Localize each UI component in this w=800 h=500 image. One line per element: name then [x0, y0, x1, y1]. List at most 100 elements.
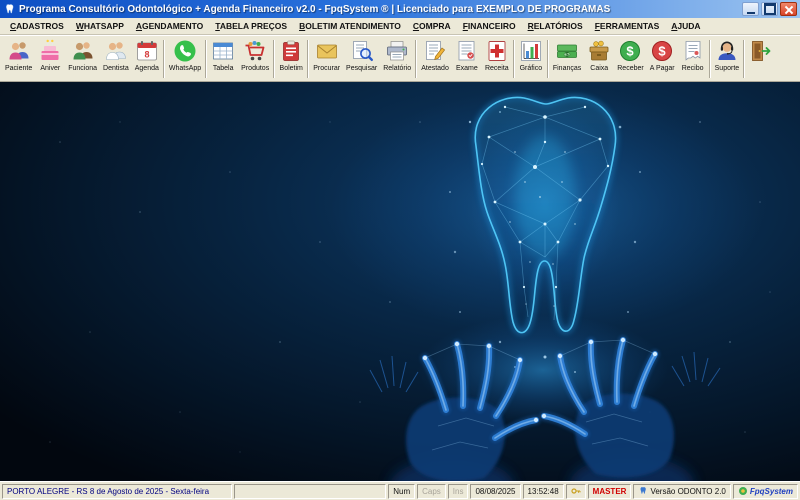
toolbar-label: Finanças [553, 64, 581, 73]
svg-text:$: $ [627, 44, 635, 59]
toolbar-button-agenda[interactable]: 8 Agenda [132, 37, 162, 80]
toolbar-label: Paciente [5, 64, 32, 73]
menu-whatsapp[interactable]: WHATSAPP [70, 19, 130, 33]
toolbar-label: Suporte [715, 64, 740, 73]
maximize-icon[interactable] [761, 2, 778, 16]
toolbar-button-a-pagar[interactable]: $ A Pagar [647, 37, 678, 80]
toolbar-separator [743, 40, 744, 78]
toolbar-separator [415, 40, 416, 78]
toolbar-label: WhatsApp [169, 64, 201, 73]
toolbar-button-dentista[interactable]: Dentista [100, 37, 132, 80]
menu-bar: CADASTROS WHATSAPP AGENDAMENTO TABELA PR… [0, 18, 800, 35]
svg-text:8: 8 [144, 50, 149, 60]
support-icon [715, 39, 739, 63]
status-date: 08/08/2025 [470, 484, 520, 499]
toolbar-separator [163, 40, 164, 78]
title-bar[interactable]: Programa Consultório Odontológico + Agen… [0, 0, 800, 18]
toolbar-button-receber[interactable]: $ Receber [614, 37, 646, 80]
toolbar-separator [273, 40, 274, 78]
menu-boletim-atendimento[interactable]: BOLETIM ATENDIMENTO [293, 19, 407, 33]
prescription-icon [485, 39, 509, 63]
toolbar-label: Gráfico [520, 64, 543, 73]
toolbar-label: Dentista [103, 64, 129, 73]
toolbar-button-suporte[interactable]: Suporte [712, 37, 743, 80]
minimize-icon[interactable] [742, 2, 759, 16]
status-user: MASTER [588, 484, 632, 499]
status-bar: PORTO ALEGRE - RS 8 de Agosto de 2025 - … [0, 481, 800, 500]
menu-ajuda[interactable]: AJUDA [665, 19, 706, 33]
payables-icon: $ [650, 39, 674, 63]
toolbar-button-caixa[interactable]: Caixa [584, 37, 614, 80]
toolbar-label: Funciona [68, 64, 97, 73]
toolbar-button-recibo[interactable]: Recibo [678, 37, 708, 80]
search-envelope-icon [315, 39, 339, 63]
menu-cadastros[interactable]: CADASTROS [4, 19, 70, 33]
toolbar-label: Atestado [421, 64, 449, 73]
exam-icon [455, 39, 479, 63]
toolbar-button-procurar[interactable]: Procurar [310, 37, 343, 80]
toolbar-button-boletim[interactable]: Boletim [276, 37, 306, 80]
price-table-icon [211, 39, 235, 63]
patients-icon [7, 39, 31, 63]
status-brand: FpqSystem [733, 484, 798, 499]
whatsapp-icon [173, 39, 197, 63]
toolbar-label: Recibo [682, 64, 704, 73]
toolbar-button-atestado[interactable]: Atestado [418, 37, 452, 80]
tooth-mini-icon [638, 486, 648, 496]
toolbar-label: Agenda [135, 64, 159, 73]
status-insert: Ins [448, 484, 469, 499]
toolbar-label: Tabela [213, 64, 234, 73]
toolbar-button-sair[interactable] [746, 37, 776, 80]
calendar-icon: 8 [135, 39, 159, 63]
status-version: Versão ODONTO 2.0 [633, 484, 730, 499]
products-cart-icon [243, 39, 267, 63]
cashbox-icon [587, 39, 611, 63]
toolbar-separator [709, 40, 710, 78]
tooth-icon [3, 3, 16, 16]
toolbar-button-paciente[interactable]: Paciente [2, 37, 35, 80]
menu-ferramentas[interactable]: FERRAMENTAS [589, 19, 666, 33]
toolbar-button-tabela[interactable]: Tabela [208, 37, 238, 80]
menu-relatorios[interactable]: RELATÓRIOS [522, 19, 589, 33]
toolbar-separator [307, 40, 308, 78]
app-window: Programa Consultório Odontológico + Agen… [0, 0, 800, 500]
status-spacer [234, 484, 386, 499]
status-version-text: Versão ODONTO 2.0 [650, 487, 725, 496]
status-caps-lock: Caps [417, 484, 446, 499]
toolbar-label: Procurar [313, 64, 340, 73]
toolbar-button-produtos[interactable]: Produtos [238, 37, 272, 80]
main-canvas [0, 82, 800, 481]
status-key-panel [566, 484, 586, 499]
close-icon[interactable] [780, 2, 797, 16]
toolbar-button-pesquisar[interactable]: Pesquisar [343, 37, 380, 80]
menu-compra[interactable]: COMPRA [407, 19, 457, 33]
certificate-icon [423, 39, 447, 63]
toolbar-label: Produtos [241, 64, 269, 73]
toolbar-button-financas[interactable]: $ Finanças [550, 37, 584, 80]
toolbar-label: Exame [456, 64, 478, 73]
toolbar-button-receita[interactable]: Receita [482, 37, 512, 80]
menu-agendamento[interactable]: AGENDAMENTO [130, 19, 209, 33]
brand-logo-icon [738, 486, 748, 496]
status-location: PORTO ALEGRE - RS 8 de Agosto de 2025 - … [2, 484, 232, 499]
toolbar-label: Receber [617, 64, 643, 73]
toolbar-button-whatsapp[interactable]: WhatsApp [166, 37, 204, 80]
key-icon [571, 486, 581, 496]
menu-financeiro[interactable]: FINANCEIRO [457, 19, 522, 33]
menu-tabela-precos[interactable]: TABELA PREÇOS [209, 19, 293, 33]
toolbar-label: Relatório [383, 64, 411, 73]
receipt-icon [681, 39, 705, 63]
toolbar-button-exame[interactable]: Exame [452, 37, 482, 80]
receivables-icon: $ [618, 39, 642, 63]
staff-icon [71, 39, 95, 63]
chart-icon [519, 39, 543, 63]
toolbar-label: Aniver [40, 64, 60, 73]
report-printer-icon [385, 39, 409, 63]
toolbar-button-grafico[interactable]: Gráfico [516, 37, 546, 80]
status-num-lock: Num [388, 484, 415, 499]
toolbar-label: Pesquisar [346, 64, 377, 73]
finances-icon: $ [555, 39, 579, 63]
toolbar-button-funciona[interactable]: Funciona [65, 37, 100, 80]
toolbar-button-relatorio[interactable]: Relatório [380, 37, 414, 80]
toolbar-button-aniver[interactable]: Aniver [35, 37, 65, 80]
